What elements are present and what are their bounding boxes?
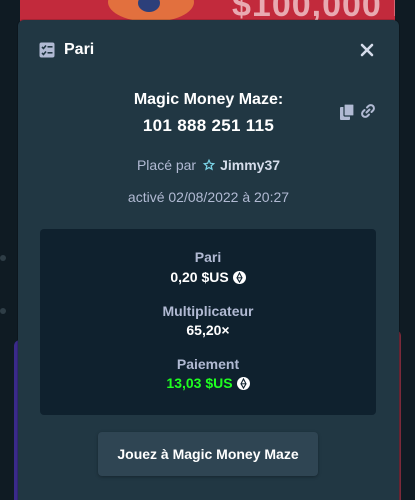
payout-label: Paiement: [176, 356, 240, 372]
copy-icon[interactable]: [340, 104, 354, 120]
bet-modal: Pari Magic Money Maze: 101 888 251 115 P…: [18, 20, 399, 500]
background-dot: [0, 255, 6, 261]
bet-stats-panel: Pari 0,20 $US Multiplicateur 65,20× Paie…: [40, 229, 376, 415]
modal-header: Pari: [18, 20, 399, 80]
modal-title: Pari: [64, 41, 95, 58]
activated-label: activé: [127, 189, 165, 205]
close-icon[interactable]: [357, 40, 377, 60]
placed-by-label: Placé par: [136, 157, 197, 173]
eos-coin-icon: [232, 271, 246, 284]
username-link[interactable]: Jimmy37: [220, 157, 280, 173]
star-icon: [202, 158, 216, 171]
activated-row: activé 02/08/2022 à 20:27: [18, 189, 399, 205]
bet-slip-icon: [39, 42, 55, 58]
payout-text: 13,03 $US: [166, 375, 233, 391]
multiplier-value: 65,20×: [186, 322, 230, 338]
placed-by-row: Placé par Jimmy37: [18, 157, 399, 173]
multiplier-label: Multiplicateur: [162, 303, 254, 319]
banner-character: [108, 0, 194, 22]
bet-amount-value: 0,20 $US: [40, 269, 376, 285]
eos-coin-icon: [236, 377, 250, 390]
activated-timestamp: 02/08/2022 à 20:27: [168, 189, 290, 205]
link-icon[interactable]: [360, 103, 376, 119]
background-dot: [0, 308, 6, 314]
bet-amount-text: 0,20 $US: [170, 269, 229, 285]
payout-value: 13,03 $US: [40, 375, 376, 391]
bet-amount-label: Pari: [194, 249, 222, 265]
play-game-button[interactable]: Jouez à Magic Money Maze: [98, 432, 318, 476]
